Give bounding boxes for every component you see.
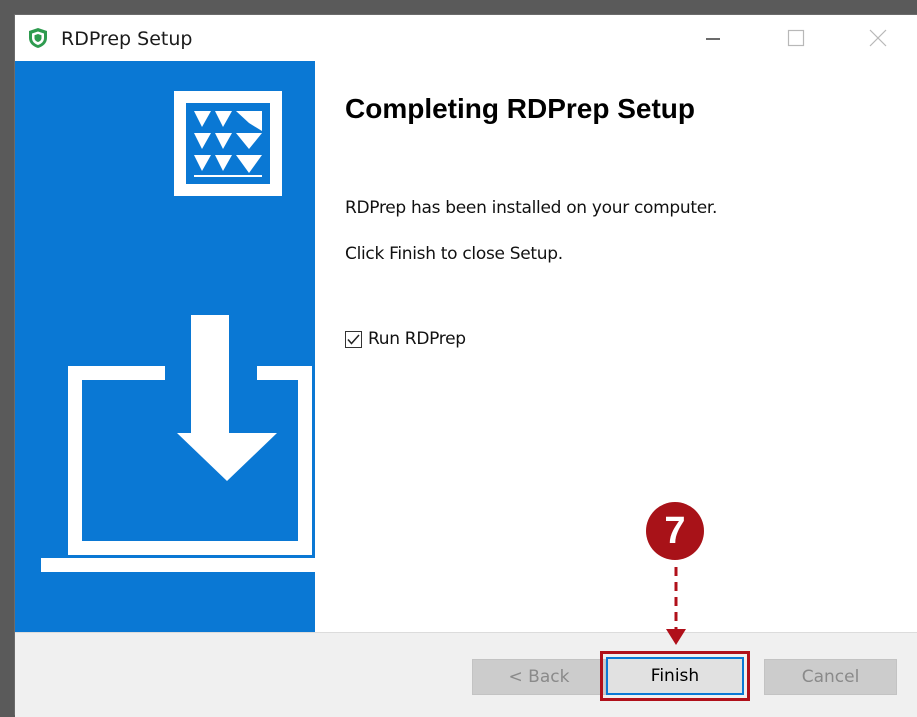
close-button[interactable] — [843, 15, 913, 61]
checkmark-icon — [347, 334, 360, 345]
installer-banner-graphic — [41, 91, 315, 572]
page-title: Completing RDPrep Setup — [345, 93, 696, 124]
finish-button[interactable]: Finish — [600, 651, 750, 701]
minimize-icon — [706, 38, 720, 40]
cancel-button[interactable]: Cancel — [764, 659, 897, 695]
step-arrow-icon — [666, 567, 686, 645]
run-app-label[interactable]: Run RDPrep — [368, 329, 466, 349]
installer-banner — [15, 61, 315, 632]
run-app-checkbox-row[interactable]: Run RDPrep — [345, 329, 466, 349]
rdprep-logo-icon — [174, 91, 282, 196]
shield-app-icon — [29, 28, 47, 48]
run-app-checkbox[interactable] — [345, 330, 362, 348]
title-bar: RDPrep Setup — [15, 15, 917, 61]
step-number-badge: 7 — [646, 502, 704, 560]
close-instructions: Click Finish to close Setup. — [345, 244, 563, 264]
minimize-button[interactable] — [678, 15, 748, 61]
setup-window: RDPrep Setup Completing RDPrep Setup RDP… — [14, 14, 917, 717]
maximize-button[interactable] — [761, 15, 831, 61]
close-icon — [869, 29, 887, 47]
maximize-icon — [787, 29, 805, 47]
window-title: RDPrep Setup — [61, 28, 193, 50]
back-button[interactable]: < Back — [472, 659, 606, 695]
installed-message: RDPrep has been installed on your comput… — [345, 198, 718, 218]
laptop-download-icon — [41, 315, 315, 572]
